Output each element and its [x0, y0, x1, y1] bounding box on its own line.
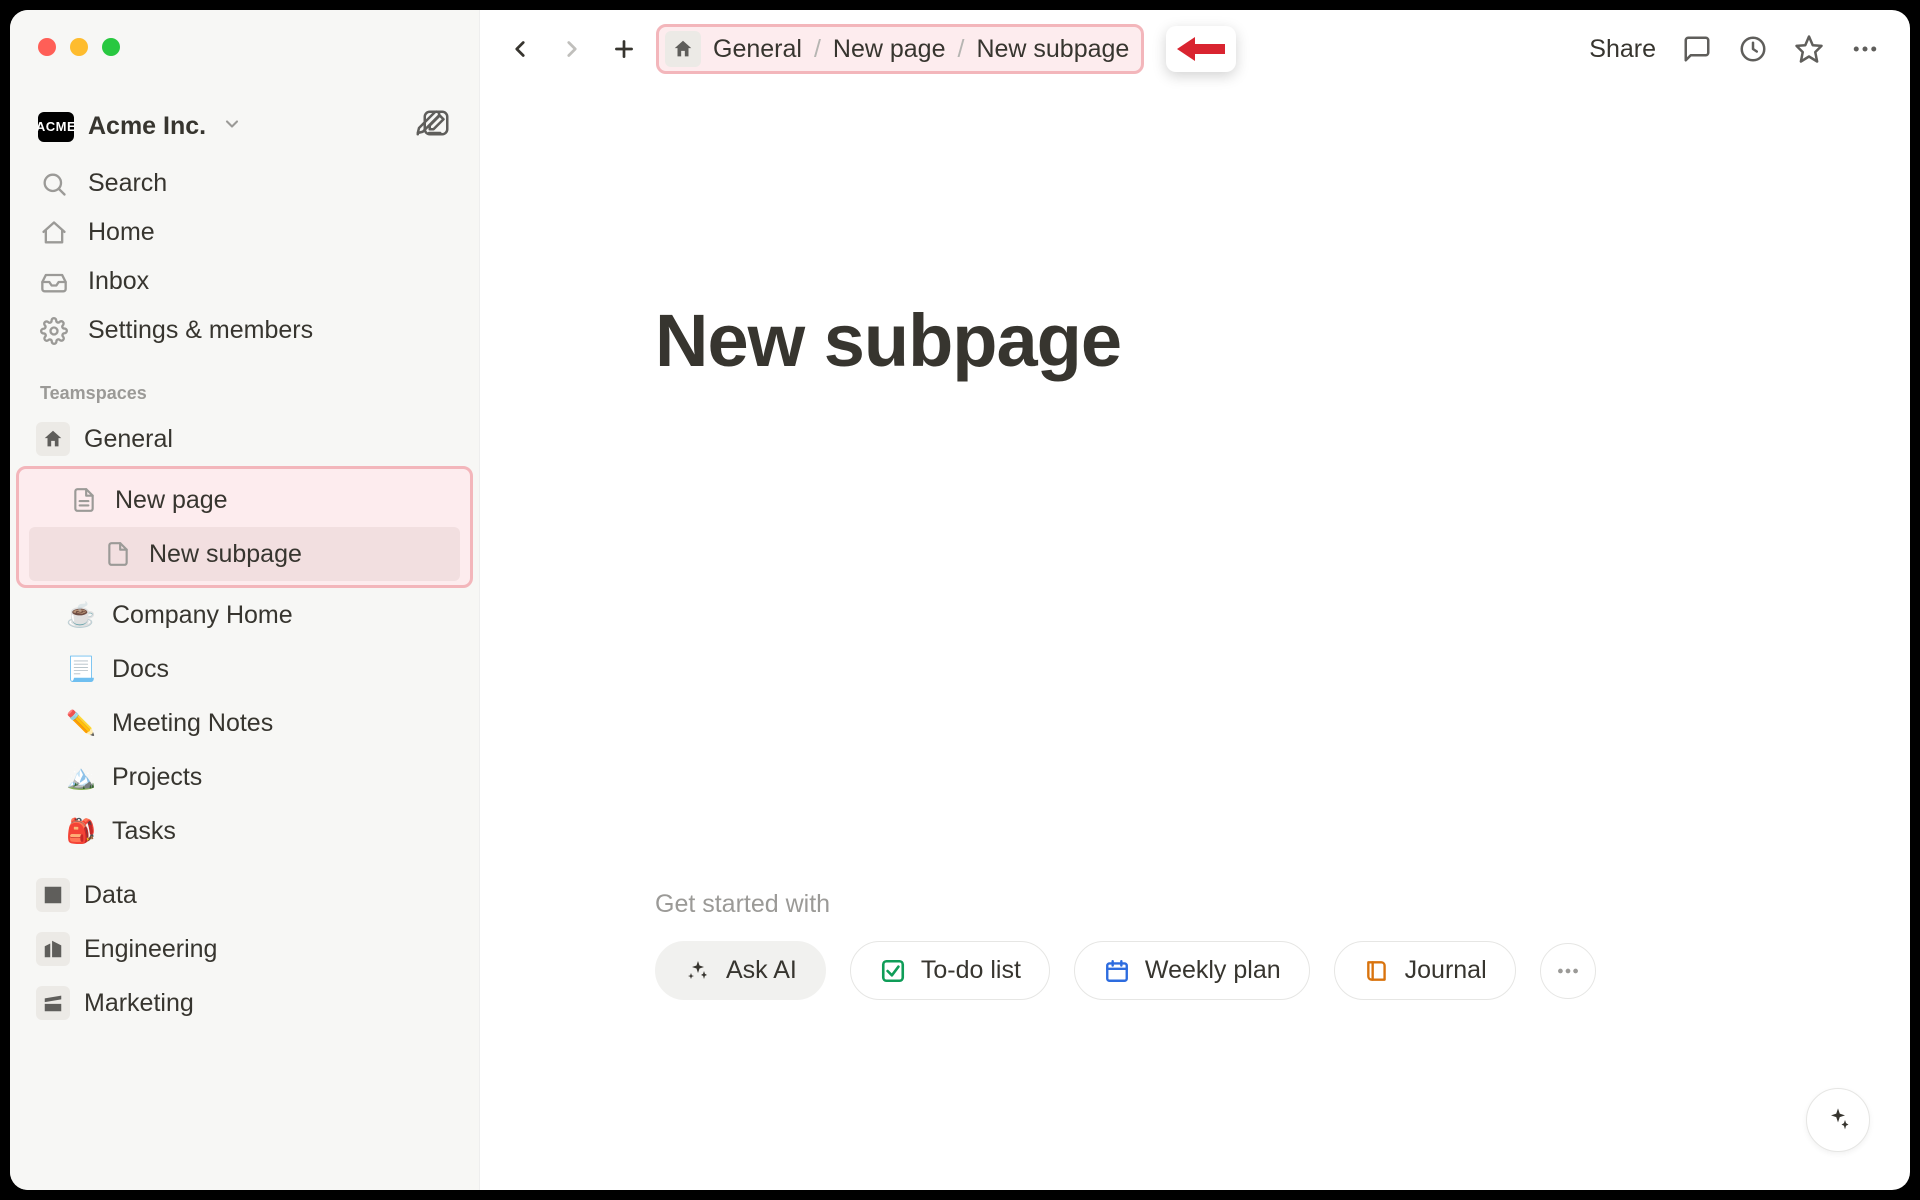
- sidebar-item-label: Search: [88, 169, 167, 198]
- workspace-badge: ACME: [38, 112, 74, 142]
- pill-label: Journal: [1405, 956, 1487, 985]
- weekly-plan-button[interactable]: Weekly plan: [1074, 941, 1310, 1000]
- page-icon: [67, 483, 101, 517]
- favorite-icon[interactable]: [1794, 34, 1824, 64]
- get-started-panel: Get started with Ask AI To-do list: [655, 890, 1596, 1000]
- checkbox-icon: [879, 957, 907, 985]
- house-icon: [36, 422, 70, 456]
- calendar-icon: [1103, 957, 1131, 985]
- breadcrumb-item-new-page[interactable]: New page: [833, 35, 946, 64]
- sidebar-page-meeting-notes[interactable]: ✏️ Meeting Notes: [10, 696, 479, 750]
- nav-forward-button[interactable]: [552, 29, 592, 69]
- sidebar-page-docs[interactable]: 📃 Docs: [10, 642, 479, 696]
- more-templates-button[interactable]: [1540, 943, 1596, 999]
- sidebar: ACME Acme Inc. Search Home: [10, 10, 480, 1190]
- nav-back-button[interactable]: [500, 29, 540, 69]
- sidebar-item-label: Projects: [112, 763, 202, 792]
- get-started-label: Get started with: [655, 890, 1596, 919]
- sidebar-section-teamspaces: Teamspaces: [10, 361, 479, 412]
- scroll-icon: 📃: [64, 652, 98, 686]
- new-tab-button[interactable]: [604, 29, 644, 69]
- sidebar-item-inbox[interactable]: Inbox: [10, 257, 479, 306]
- sidebar-item-label: Inbox: [88, 267, 149, 296]
- sidebar-item-label: Settings & members: [88, 316, 313, 345]
- pill-label: Weekly plan: [1145, 956, 1281, 985]
- window-traffic-lights[interactable]: [38, 38, 120, 56]
- workspace-switcher[interactable]: ACME Acme Inc.: [10, 100, 479, 153]
- updates-icon[interactable]: [1738, 34, 1768, 64]
- minimize-window-button[interactable]: [70, 38, 88, 56]
- sidebar-item-label: Company Home: [112, 601, 293, 630]
- page-icon: [101, 537, 135, 571]
- sidebar-page-new-page[interactable]: New page: [19, 473, 470, 527]
- sidebar-item-label: Meeting Notes: [112, 709, 273, 738]
- sidebar-item-label: New page: [115, 486, 228, 515]
- sidebar-page-projects[interactable]: 🏔️ Projects: [10, 750, 479, 804]
- topbar: General / New page / New subpage Share: [480, 10, 1910, 88]
- coffee-icon: ☕: [64, 598, 98, 632]
- sidebar-page-engineering[interactable]: Engineering: [10, 922, 479, 976]
- sidebar-item-label: New subpage: [149, 540, 302, 569]
- page-title[interactable]: New subpage: [655, 298, 1910, 383]
- sidebar-item-label: Engineering: [84, 935, 217, 964]
- breadcrumb-item-new-subpage[interactable]: New subpage: [976, 35, 1129, 64]
- book-icon: [1363, 957, 1391, 985]
- backpack-icon: 🎒: [64, 814, 98, 848]
- clapper-icon: [36, 986, 70, 1020]
- more-icon[interactable]: [1850, 34, 1880, 64]
- comments-icon[interactable]: [1682, 34, 1712, 64]
- compose-icon[interactable]: [414, 108, 451, 145]
- main-area: General / New page / New subpage Share: [480, 10, 1910, 1190]
- sidebar-page-tasks[interactable]: 🎒 Tasks: [10, 804, 479, 858]
- sidebar-item-settings[interactable]: Settings & members: [10, 306, 479, 355]
- breadcrumb-home-icon[interactable]: [665, 31, 701, 67]
- chart-icon: [36, 878, 70, 912]
- journal-button[interactable]: Journal: [1334, 941, 1516, 1000]
- gear-icon: [38, 317, 70, 345]
- sidebar-item-label: Docs: [112, 655, 169, 684]
- breadcrumb-separator: /: [814, 35, 821, 64]
- breadcrumb-separator: /: [957, 35, 964, 64]
- breadcrumb-item-general[interactable]: General: [713, 35, 802, 64]
- sidebar-item-label: Tasks: [112, 817, 176, 846]
- close-window-button[interactable]: [38, 38, 56, 56]
- building-icon: [36, 932, 70, 966]
- pill-label: To-do list: [921, 956, 1021, 985]
- search-icon: [38, 170, 70, 198]
- sidebar-item-search[interactable]: Search: [10, 159, 479, 208]
- mountain-icon: 🏔️: [64, 760, 98, 794]
- share-button[interactable]: Share: [1589, 35, 1656, 64]
- annotation-arrow-icon: [1166, 26, 1236, 72]
- sidebar-page-data[interactable]: Data: [10, 868, 479, 922]
- chevron-down-icon: [222, 112, 242, 141]
- sidebar-page-company-home[interactable]: ☕ Company Home: [10, 588, 479, 642]
- page-content: New subpage Get started with Ask AI: [480, 88, 1910, 1190]
- workspace-name: Acme Inc.: [88, 112, 206, 141]
- sidebar-item-label: Marketing: [84, 989, 194, 1018]
- pencil-icon: ✏️: [64, 706, 98, 740]
- ai-fab-button[interactable]: [1806, 1088, 1870, 1152]
- breadcrumb: General / New page / New subpage: [656, 24, 1144, 74]
- sidebar-page-general[interactable]: General: [10, 412, 479, 466]
- fullscreen-window-button[interactable]: [102, 38, 120, 56]
- sidebar-item-label: Data: [84, 881, 137, 910]
- pill-label: Ask AI: [726, 956, 797, 985]
- sidebar-item-label: General: [84, 425, 173, 454]
- sidebar-highlight-group: New page New subpage: [16, 466, 473, 588]
- inbox-icon: [38, 268, 70, 296]
- ask-ai-button[interactable]: Ask AI: [655, 941, 826, 1000]
- sidebar-page-new-subpage[interactable]: New subpage: [29, 527, 460, 581]
- home-icon: [38, 219, 70, 247]
- sidebar-item-home[interactable]: Home: [10, 208, 479, 257]
- sidebar-item-label: Home: [88, 218, 155, 247]
- sparkle-icon: [684, 957, 712, 985]
- todo-list-button[interactable]: To-do list: [850, 941, 1050, 1000]
- sidebar-page-marketing[interactable]: Marketing: [10, 976, 479, 1030]
